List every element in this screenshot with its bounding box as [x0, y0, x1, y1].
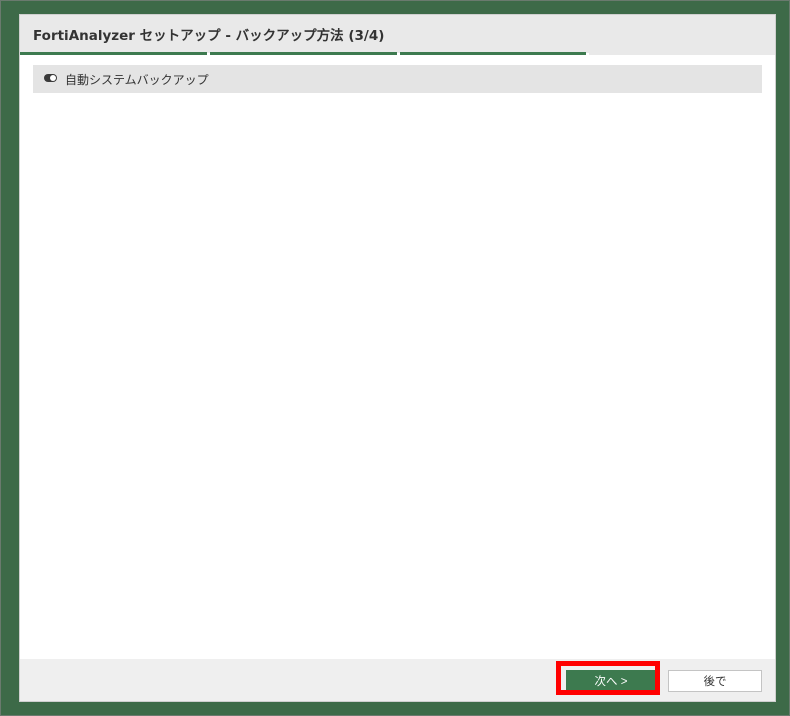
auto-backup-toggle[interactable] — [44, 74, 57, 82]
dialog-footer: 次へ > 後で — [20, 659, 775, 701]
next-button-highlight — [556, 661, 660, 695]
auto-backup-label: 自動システムバックアップ — [65, 73, 209, 87]
dialog-title: FortiAnalyzer セットアップ - バックアップ方法 (3/4) — [33, 28, 385, 44]
auto-backup-row: 自動システムバックアップ — [33, 65, 762, 93]
toggle-knob-icon — [50, 75, 56, 81]
dialog-body: 自動システムバックアップ — [20, 55, 775, 659]
setup-dialog: FortiAnalyzer セットアップ - バックアップ方法 (3/4) 自動… — [19, 14, 776, 702]
dialog-header: FortiAnalyzer セットアップ - バックアップ方法 (3/4) — [20, 15, 775, 53]
later-button[interactable]: 後で — [668, 670, 762, 692]
